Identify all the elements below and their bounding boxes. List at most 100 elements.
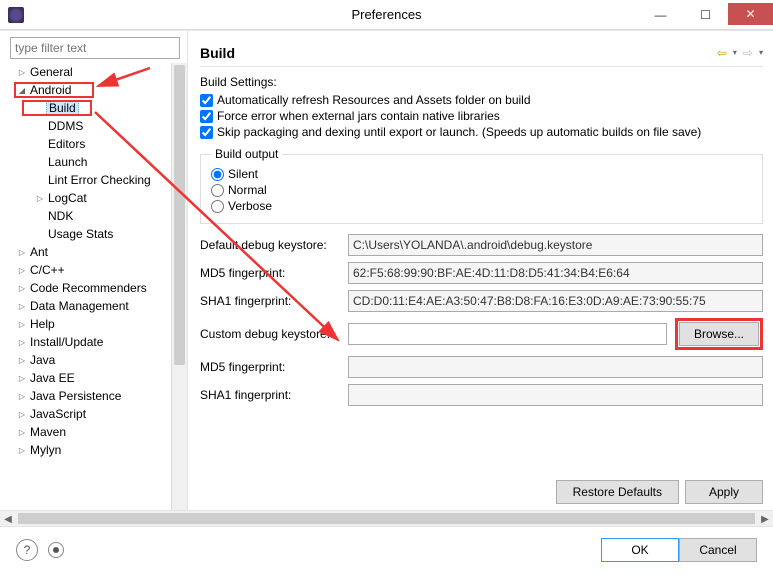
minimize-button[interactable]: — — [638, 3, 683, 27]
tree-item-install-update[interactable]: Install/Update — [8, 333, 187, 351]
tree-item-label: Code Recommenders — [28, 281, 149, 295]
horizontal-scrollbar[interactable]: ◀ ▶ — [0, 510, 773, 526]
tree-item-java[interactable]: Java — [8, 351, 187, 369]
sha1-field — [348, 290, 763, 312]
tree-item-java-persistence[interactable]: Java Persistence — [8, 387, 187, 405]
expand-icon[interactable] — [16, 409, 28, 420]
tree-item-c-c-[interactable]: C/C++ — [8, 261, 187, 279]
tree-item-label: DDMS — [46, 119, 85, 133]
tree-item-label: Java — [28, 353, 57, 367]
radio-silent[interactable] — [211, 168, 224, 181]
default-keystore-label: Default debug keystore: — [200, 238, 340, 252]
expand-icon[interactable] — [16, 445, 28, 456]
expand-icon[interactable] — [16, 427, 28, 438]
tree-item-label: Lint Error Checking — [46, 173, 153, 187]
tree-item-label: Mylyn — [28, 443, 63, 457]
tree-item-usage-stats[interactable]: Usage Stats — [8, 225, 187, 243]
page-title: Build — [200, 45, 235, 61]
build-output-legend: Build output — [211, 147, 282, 161]
tree-item-lint-error-checking[interactable]: Lint Error Checking — [8, 171, 187, 189]
custom-keystore-field[interactable] — [348, 323, 667, 345]
maximize-button[interactable]: ☐ — [683, 3, 728, 27]
tree-item-ndk[interactable]: NDK — [8, 207, 187, 225]
preference-page: Build ⇦ ▾ ⇨ ▾ Build Settings: Automatica… — [188, 31, 773, 510]
apply-button[interactable]: Apply — [685, 480, 763, 504]
filter-input[interactable] — [10, 37, 180, 59]
check-0[interactable] — [200, 94, 213, 107]
radio-verbose[interactable] — [211, 200, 224, 213]
expand-icon[interactable] — [16, 67, 28, 78]
ok-button[interactable]: OK — [601, 538, 679, 562]
tree-item-label: Data Management — [28, 299, 131, 313]
tree-item-editors[interactable]: Editors — [8, 135, 187, 153]
tree-item-help[interactable]: Help — [8, 315, 187, 333]
forward-menu-icon[interactable]: ▾ — [759, 48, 763, 57]
expand-icon[interactable] — [16, 85, 28, 96]
tree-item-label: C/C++ — [28, 263, 67, 277]
check-1[interactable] — [200, 110, 213, 123]
expand-icon[interactable] — [16, 373, 28, 384]
tree-item-launch[interactable]: Launch — [8, 153, 187, 171]
tree-item-ant[interactable]: Ant — [8, 243, 187, 261]
tree-item-label: NDK — [46, 209, 75, 223]
tree-item-label: JavaScript — [28, 407, 88, 421]
window-title: Preferences — [351, 7, 421, 22]
sha1-2-label: SHA1 fingerprint: — [200, 388, 340, 402]
forward-icon[interactable]: ⇨ — [743, 46, 753, 60]
tree-item-label: Android — [28, 83, 73, 97]
tree-item-label: LogCat — [46, 191, 89, 205]
expand-icon[interactable] — [16, 247, 28, 258]
tree-item-label: Ant — [28, 245, 50, 259]
tree-item-label: Java EE — [28, 371, 77, 385]
expand-icon[interactable] — [16, 283, 28, 294]
browse-button[interactable]: Browse... — [679, 322, 759, 346]
restore-defaults-button[interactable]: Restore Defaults — [556, 480, 679, 504]
custom-keystore-label: Custom debug keystore: — [200, 327, 340, 341]
back-icon[interactable]: ⇦ — [717, 46, 727, 60]
tree-item-label: Maven — [28, 425, 68, 439]
expand-icon[interactable] — [16, 265, 28, 276]
expand-icon[interactable] — [16, 301, 28, 312]
radio-label-normal: Normal — [228, 183, 267, 197]
md5-2-field — [348, 356, 763, 378]
tree-item-label: Editors — [46, 137, 87, 151]
back-menu-icon[interactable]: ▾ — [733, 48, 737, 57]
default-keystore-field — [348, 234, 763, 256]
expand-icon[interactable] — [16, 337, 28, 348]
tree-item-code-recommenders[interactable]: Code Recommenders — [8, 279, 187, 297]
tree-item-general[interactable]: General — [8, 63, 187, 81]
expand-icon[interactable] — [34, 193, 46, 204]
tree-item-ddms[interactable]: DDMS — [8, 117, 187, 135]
tree-item-java-ee[interactable]: Java EE — [8, 369, 187, 387]
tree-item-label: General — [28, 65, 75, 79]
tree-scrollbar[interactable] — [171, 63, 187, 510]
build-settings-label: Build Settings: — [200, 75, 763, 89]
check-2[interactable] — [200, 126, 213, 139]
tree-item-maven[interactable]: Maven — [8, 423, 187, 441]
cancel-button[interactable]: Cancel — [679, 538, 757, 562]
check-label-1: Force error when external jars contain n… — [217, 109, 500, 123]
preference-tree[interactable]: General Android Build DDMS Editors Launch Lint… — [6, 63, 187, 459]
tree-item-label: Usage Stats — [46, 227, 115, 241]
radio-normal[interactable] — [211, 184, 224, 197]
check-label-0: Automatically refresh Resources and Asse… — [217, 93, 531, 107]
expand-icon[interactable] — [16, 355, 28, 366]
tree-item-logcat[interactable]: LogCat — [8, 189, 187, 207]
tree-item-data-management[interactable]: Data Management — [8, 297, 187, 315]
tree-item-javascript[interactable]: JavaScript — [8, 405, 187, 423]
sidebar: General Android Build DDMS Editors Launch Lint… — [0, 31, 188, 510]
sha1-label: SHA1 fingerprint: — [200, 294, 340, 308]
radio-label-verbose: Verbose — [228, 199, 272, 213]
tree-item-label: Build — [46, 100, 79, 116]
expand-icon[interactable] — [16, 391, 28, 402]
tree-item-build[interactable]: Build — [8, 99, 187, 117]
expand-icon[interactable] — [16, 319, 28, 330]
close-button[interactable]: ✕ — [728, 3, 773, 25]
tree-item-label: Install/Update — [28, 335, 105, 349]
help-icon[interactable]: ? — [16, 539, 38, 561]
tree-item-android[interactable]: Android — [8, 81, 187, 99]
oomph-icon[interactable] — [48, 542, 64, 558]
sha1-2-field — [348, 384, 763, 406]
tree-item-mylyn[interactable]: Mylyn — [8, 441, 187, 459]
build-output-group: Build output SilentNormalVerbose — [200, 147, 763, 224]
